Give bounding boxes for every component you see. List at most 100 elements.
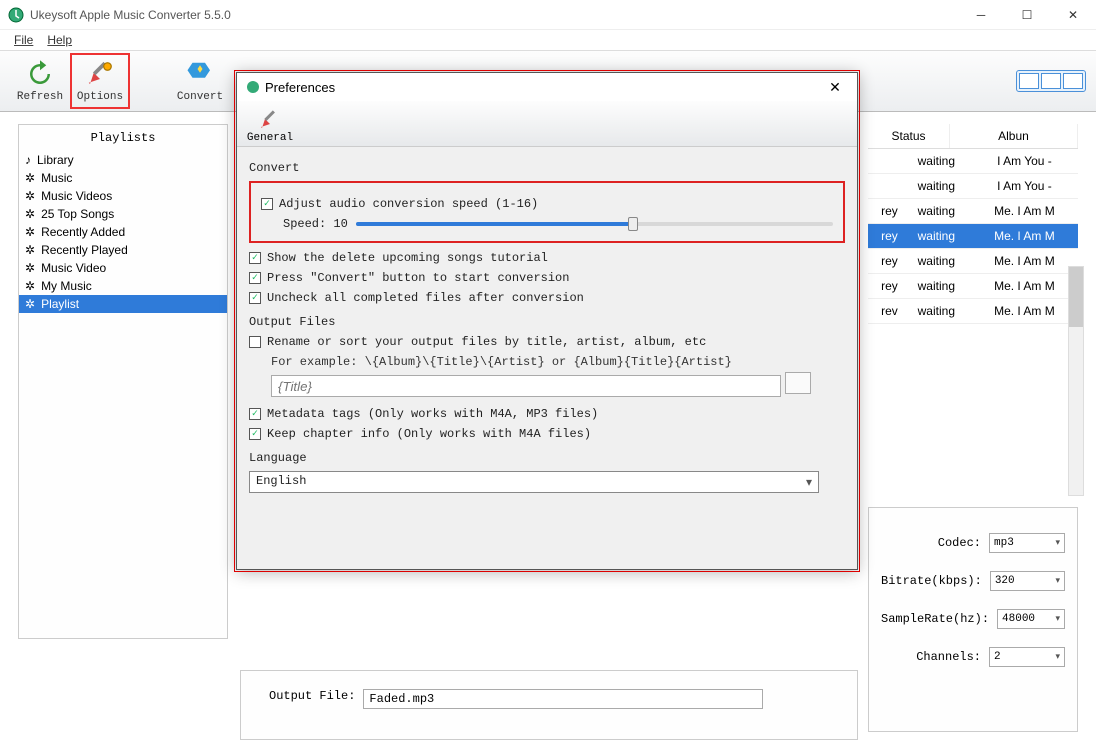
playlist-item-label: 25 Top Songs xyxy=(41,207,114,221)
cell-artist: rey xyxy=(868,274,902,298)
codec-select[interactable]: mp3 xyxy=(989,533,1065,553)
cell-status: waiting xyxy=(902,224,971,248)
view-toggle-3[interactable] xyxy=(1063,73,1083,89)
minimize-button[interactable]: ─ xyxy=(958,0,1004,30)
samplerate-select[interactable]: 48000 xyxy=(997,609,1065,629)
playlist-item[interactable]: ✲Recently Played xyxy=(19,241,227,259)
playlist-item-label: Recently Added xyxy=(41,225,125,239)
output-files-label: Output Files xyxy=(249,315,845,329)
speed-slider[interactable] xyxy=(356,217,833,231)
table-row[interactable]: reywaitingMe. I Am M xyxy=(868,274,1078,299)
menu-help[interactable]: Help xyxy=(47,33,72,47)
dialog-title: Preferences xyxy=(265,80,821,95)
playlist-item-label: Library xyxy=(37,153,74,167)
vertical-scrollbar[interactable] xyxy=(1068,266,1084,496)
playlist-item[interactable]: ✲ Music Video xyxy=(19,259,227,277)
output-file-panel: Output File: xyxy=(240,670,858,740)
cell-status: waiting xyxy=(902,199,971,223)
menubar: File Help xyxy=(0,30,1096,50)
rename-checkbox[interactable]: ✓ xyxy=(249,336,261,348)
show-delete-label: Show the delete upcoming songs tutorial xyxy=(267,251,548,265)
playlist-item[interactable]: ✲Recently Added xyxy=(19,223,227,241)
table-row[interactable]: waitingI Am You - xyxy=(868,149,1078,174)
speed-value-label: Speed: 10 xyxy=(283,217,348,231)
close-button[interactable]: ✕ xyxy=(1050,0,1096,30)
cell-album: Me. I Am M xyxy=(971,249,1078,273)
col-status[interactable]: Status xyxy=(868,124,950,148)
col-album[interactable]: Albun xyxy=(950,124,1078,148)
cell-artist xyxy=(868,149,902,173)
cell-artist: rey xyxy=(868,199,902,223)
cell-album: I Am You - xyxy=(971,174,1078,198)
table-row[interactable]: revwaitingMe. I Am M xyxy=(868,299,1078,324)
table-header: Status Albun xyxy=(868,124,1078,149)
channels-label: Channels: xyxy=(916,650,981,664)
maximize-button[interactable]: ☐ xyxy=(1004,0,1050,30)
metadata-checkbox[interactable]: ✓ xyxy=(249,408,261,420)
playlist-item-label: Playlist xyxy=(41,297,79,311)
view-toggle-2[interactable] xyxy=(1041,73,1061,89)
cell-status: waiting xyxy=(902,249,971,273)
options-button[interactable]: Options xyxy=(70,53,130,109)
view-toggle-1[interactable] xyxy=(1019,73,1039,89)
playlists-panel: Playlists ♪Library ✲ Music ✲Music Videos ✲ 25… xyxy=(18,124,228,639)
output-file-label: Output File: xyxy=(269,689,355,703)
table-row[interactable]: reywaitingMe. I Am M xyxy=(868,199,1078,224)
convert-button[interactable]: Convert xyxy=(170,53,230,109)
gear-icon: ✲ xyxy=(25,297,35,311)
adjust-speed-checkbox[interactable]: ✓ xyxy=(261,198,273,210)
cell-album: Me. I Am M xyxy=(971,299,1078,323)
metadata-label: Metadata tags (Only works with M4A, MP3 … xyxy=(267,407,598,421)
convert-section-label: Convert xyxy=(249,161,845,175)
tab-general[interactable]: General xyxy=(243,108,297,146)
refresh-icon xyxy=(25,59,55,89)
playlist-item[interactable]: ♪Library xyxy=(19,151,227,169)
playlist-item[interactable]: ✲ Music xyxy=(19,169,227,187)
cell-album: I Am You - xyxy=(971,149,1078,173)
table-row[interactable]: waitingI Am You - xyxy=(868,174,1078,199)
cell-artist: rey xyxy=(868,249,902,273)
gear-icon: ✲ xyxy=(25,171,35,185)
rename-pattern-input[interactable] xyxy=(271,375,781,397)
playlist-item[interactable]: ✲ Playlist xyxy=(19,295,227,313)
codec-label: Codec: xyxy=(938,536,981,550)
playlist-item-label: Music Video xyxy=(41,261,106,275)
playlist-item-label: My Music xyxy=(41,279,92,293)
pattern-browse-button[interactable] xyxy=(785,372,811,394)
dialog-close-button[interactable]: ✕ xyxy=(821,79,849,96)
dialog-titlebar: Preferences ✕ xyxy=(237,73,857,101)
slider-thumb[interactable] xyxy=(628,217,638,231)
window-title: Ukeysoft Apple Music Converter 5.5.0 xyxy=(30,8,958,22)
language-select[interactable]: English xyxy=(249,471,819,493)
channels-select[interactable]: 2 xyxy=(989,647,1065,667)
menu-file[interactable]: File xyxy=(14,33,33,47)
table-row[interactable]: reywaitingMe. I Am M xyxy=(868,249,1078,274)
playlist-item[interactable]: ✲ 25 Top Songs xyxy=(19,205,227,223)
refresh-button[interactable]: Refresh xyxy=(10,53,70,109)
playlist-item[interactable]: ✲My Music xyxy=(19,277,227,295)
playlist-item[interactable]: ✲Music Videos xyxy=(19,187,227,205)
rename-label: Rename or sort your output files by titl… xyxy=(267,335,706,349)
gear-icon: ✲ xyxy=(25,207,35,221)
press-convert-checkbox[interactable]: ✓ xyxy=(249,272,261,284)
chapter-checkbox[interactable]: ✓ xyxy=(249,428,261,440)
playlist-item-label: Music xyxy=(41,171,72,185)
playlist-item-label: Recently Played xyxy=(41,243,128,257)
cell-status: waiting xyxy=(902,149,971,173)
cell-artist: rev xyxy=(868,299,902,323)
app-icon xyxy=(8,7,24,23)
press-convert-label: Press "Convert" button to start conversi… xyxy=(267,271,569,285)
show-delete-checkbox[interactable]: ✓ xyxy=(249,252,261,264)
bitrate-select[interactable]: 320 xyxy=(990,571,1065,591)
uncheck-completed-checkbox[interactable]: ✓ xyxy=(249,292,261,304)
scroll-thumb[interactable] xyxy=(1069,267,1083,327)
table-row[interactable]: reywaitingMe. I Am M xyxy=(868,224,1078,249)
output-file-input[interactable] xyxy=(363,689,763,709)
cell-status: waiting xyxy=(902,174,971,198)
cell-artist: rey xyxy=(868,224,902,248)
gear-icon: ✲ xyxy=(25,261,35,275)
convert-icon xyxy=(185,59,215,89)
playlists-heading: Playlists xyxy=(19,125,227,151)
preferences-dialog: Preferences ✕ General Convert ✓ Adjust a… xyxy=(236,72,858,570)
cell-status: waiting xyxy=(902,299,971,323)
